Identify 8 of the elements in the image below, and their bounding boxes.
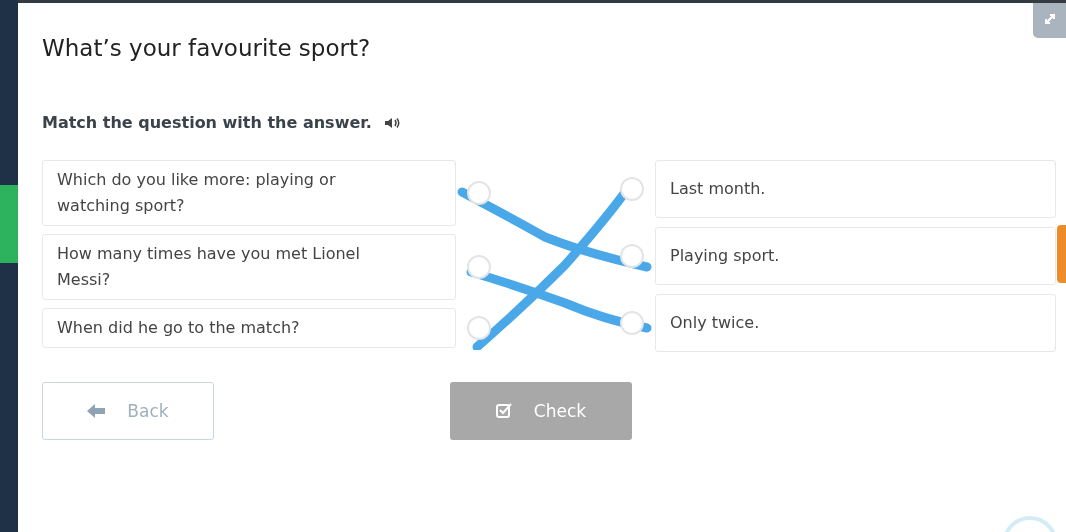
answer-card[interactable]: Playing sport. bbox=[655, 227, 1056, 285]
answer-card[interactable]: Last month. bbox=[655, 160, 1056, 218]
question-card[interactable]: When did he go to the match? bbox=[42, 308, 456, 348]
answer-card[interactable]: Only twice. bbox=[655, 294, 1056, 352]
exercise-title: What’s your favourite sport? bbox=[42, 35, 372, 63]
question-card[interactable]: How many times have you met Lionel Messi? bbox=[42, 234, 456, 300]
question-card[interactable]: Which do you like more: playing or watching sport? bbox=[42, 160, 456, 226]
instruction-text: Match the question with the answer. bbox=[42, 113, 372, 132]
